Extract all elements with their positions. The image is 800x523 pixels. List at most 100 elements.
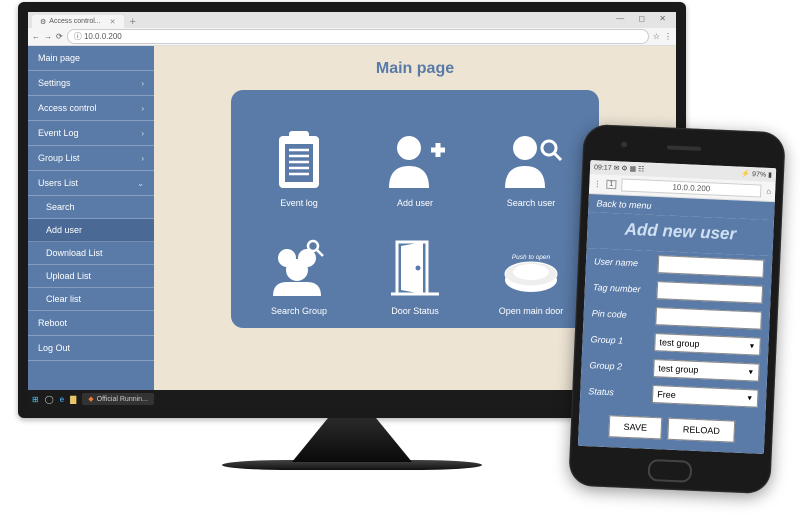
clipboard-icon xyxy=(267,128,331,192)
sidebar-item-label: Log Out xyxy=(38,343,70,353)
chevron-right-icon: › xyxy=(141,79,144,88)
sidebar-item-settings[interactable]: Settings › xyxy=(28,71,154,96)
user-name-field[interactable] xyxy=(658,255,765,278)
sidebar-item-label: Settings xyxy=(38,78,71,88)
sidebar-item-label: Access control xyxy=(38,103,97,113)
browser-toolbar: ← → ⟳ ⓘ 10.0.0.200 ☆ ⋮ xyxy=(28,28,676,46)
new-tab-button[interactable]: + xyxy=(124,16,142,28)
smartphone: 09:17 ✉ ⚙ ▦ ☷ ⚡ 97% ▮ ⋮ 1 10.0.0.200 ⌂ B… xyxy=(568,124,786,494)
sidebar-item-access-control[interactable]: Access control › xyxy=(28,96,154,121)
chevron-right-icon: › xyxy=(141,129,144,138)
tile-grid: Event log Add user xyxy=(231,90,599,328)
tile-search-user[interactable]: Search user xyxy=(485,108,577,208)
sidebar-item-reboot[interactable]: Reboot xyxy=(28,311,154,336)
tile-open-main-door[interactable]: Push to open Open main door xyxy=(485,216,577,316)
tab-favicon-icon: ⚙ xyxy=(40,18,46,26)
phone-home-button[interactable] xyxy=(647,459,692,483)
sidebar-item-label: Download List xyxy=(46,248,103,258)
sidebar-item-label: Clear list xyxy=(46,294,81,304)
group2-select[interactable]: test group▼ xyxy=(653,359,760,382)
sidebar-item-label: Search xyxy=(46,202,75,212)
cortana-icon[interactable]: ◯ xyxy=(45,395,54,404)
phone-url-text: 10.0.0.200 xyxy=(672,183,710,194)
start-button-icon[interactable]: ⊞ xyxy=(32,395,39,404)
status-right: ⚡ 97% ▮ xyxy=(741,170,772,179)
tag-number-label: Tag number xyxy=(593,282,653,295)
sidebar-item-main-page[interactable]: Main page xyxy=(28,46,154,71)
sidebar-sub-search[interactable]: Search xyxy=(28,196,154,219)
sidebar-item-label: Main page xyxy=(38,53,80,63)
sidebar-sub-download-list[interactable]: Download List xyxy=(28,242,154,265)
group2-label: Group 2 xyxy=(589,360,649,373)
tile-add-user[interactable]: Add user xyxy=(369,108,461,208)
close-tab-icon[interactable]: ✕ xyxy=(110,18,116,26)
select-value: test group xyxy=(659,337,699,349)
tile-label: Door Status xyxy=(391,306,439,316)
phone-url-input[interactable]: 10.0.0.200 xyxy=(621,178,762,197)
sidebar-item-event-log[interactable]: Event Log› xyxy=(28,121,154,146)
user-plus-icon xyxy=(383,128,447,192)
sidebar-item-label: Reboot xyxy=(38,318,67,328)
info-icon: ⓘ xyxy=(74,32,84,41)
folder-icon[interactable]: ▇ xyxy=(70,395,76,404)
url-text: 10.0.0.200 xyxy=(84,32,122,41)
sidebar-item-group-list[interactable]: Group List› xyxy=(28,146,154,171)
tile-label: Open main door xyxy=(499,306,564,316)
sidebar-item-label: Group List xyxy=(38,153,80,163)
user-name-label: User name xyxy=(594,256,654,269)
phone-speaker xyxy=(667,145,701,150)
add-user-form: User name Tag number Pin code Group 1 te… xyxy=(578,248,772,454)
tile-label: Search user xyxy=(507,198,556,208)
phone-camera-icon xyxy=(621,141,627,147)
phone-menu-icon[interactable]: ⋮ xyxy=(593,179,601,188)
status-select[interactable]: Free ▼ xyxy=(652,385,759,408)
save-button[interactable]: SAVE xyxy=(608,415,662,439)
bookmark-icon[interactable]: ☆ xyxy=(653,32,660,41)
sidebar-item-log-out[interactable]: Log Out xyxy=(28,336,154,361)
status-label: Status xyxy=(588,386,648,399)
sidebar-item-label: Users List xyxy=(38,178,78,188)
push-button-icon: Push to open xyxy=(499,236,563,300)
sidebar-sub-clear-list[interactable]: Clear list xyxy=(28,288,154,311)
tile-search-group[interactable]: Search Group xyxy=(253,216,345,316)
taskbar-item[interactable]: ◆ Official Runnin... xyxy=(82,393,154,405)
user-search-icon xyxy=(499,128,563,192)
dropdown-icon: ▼ xyxy=(747,369,754,376)
group1-label: Group 1 xyxy=(590,334,650,347)
nav-forward-icon[interactable]: → xyxy=(44,32,52,41)
page-title: Main page xyxy=(376,60,454,78)
sidebar-item-users-list[interactable]: Users List ⌄ xyxy=(28,171,154,196)
pin-code-label: Pin code xyxy=(592,308,652,321)
nav-back-icon[interactable]: ← xyxy=(32,32,40,41)
tile-label: Add user xyxy=(397,198,433,208)
pin-code-field[interactable] xyxy=(655,307,762,330)
chevron-down-icon: ⌄ xyxy=(137,179,144,188)
phone-tabs-icon[interactable]: 1 xyxy=(606,180,616,189)
svg-text:Push to open: Push to open xyxy=(512,254,551,261)
menu-icon[interactable]: ⋮ xyxy=(664,32,672,41)
window-controls[interactable]: — ◻ ✕ xyxy=(616,14,672,23)
url-input[interactable]: ⓘ 10.0.0.200 xyxy=(67,29,649,44)
app-icon: ◆ xyxy=(88,395,93,403)
phone-home-icon[interactable]: ⌂ xyxy=(766,187,771,196)
status-left: 09:17 ✉ ⚙ ▦ ☷ xyxy=(594,163,645,173)
tile-label: Event log xyxy=(280,198,318,208)
chevron-right-icon: › xyxy=(141,104,144,113)
tile-event-log[interactable]: Event log xyxy=(253,108,345,208)
sidebar-sub-add-user[interactable]: Add user xyxy=(28,219,154,242)
tag-number-field[interactable] xyxy=(656,281,763,304)
browser-tab[interactable]: ⚙ Access control... ✕ xyxy=(32,15,124,28)
tile-door-status[interactable]: Door Status xyxy=(369,216,461,316)
reload-button[interactable]: RELOAD xyxy=(667,418,735,443)
phone-body: 09:17 ✉ ⚙ ▦ ☷ ⚡ 97% ▮ ⋮ 1 10.0.0.200 ⌂ B… xyxy=(568,124,786,494)
nav-reload-icon[interactable]: ⟳ xyxy=(56,32,63,41)
group-search-icon xyxy=(267,236,331,300)
tile-label: Search Group xyxy=(271,306,327,316)
monitor-stand xyxy=(292,418,412,462)
select-value: Free xyxy=(657,389,676,400)
group1-select[interactable]: test group▼ xyxy=(654,333,761,356)
edge-icon[interactable]: e xyxy=(60,395,64,404)
door-icon xyxy=(383,236,447,300)
dropdown-icon: ▼ xyxy=(746,395,753,402)
sidebar-sub-upload-list[interactable]: Upload List xyxy=(28,265,154,288)
